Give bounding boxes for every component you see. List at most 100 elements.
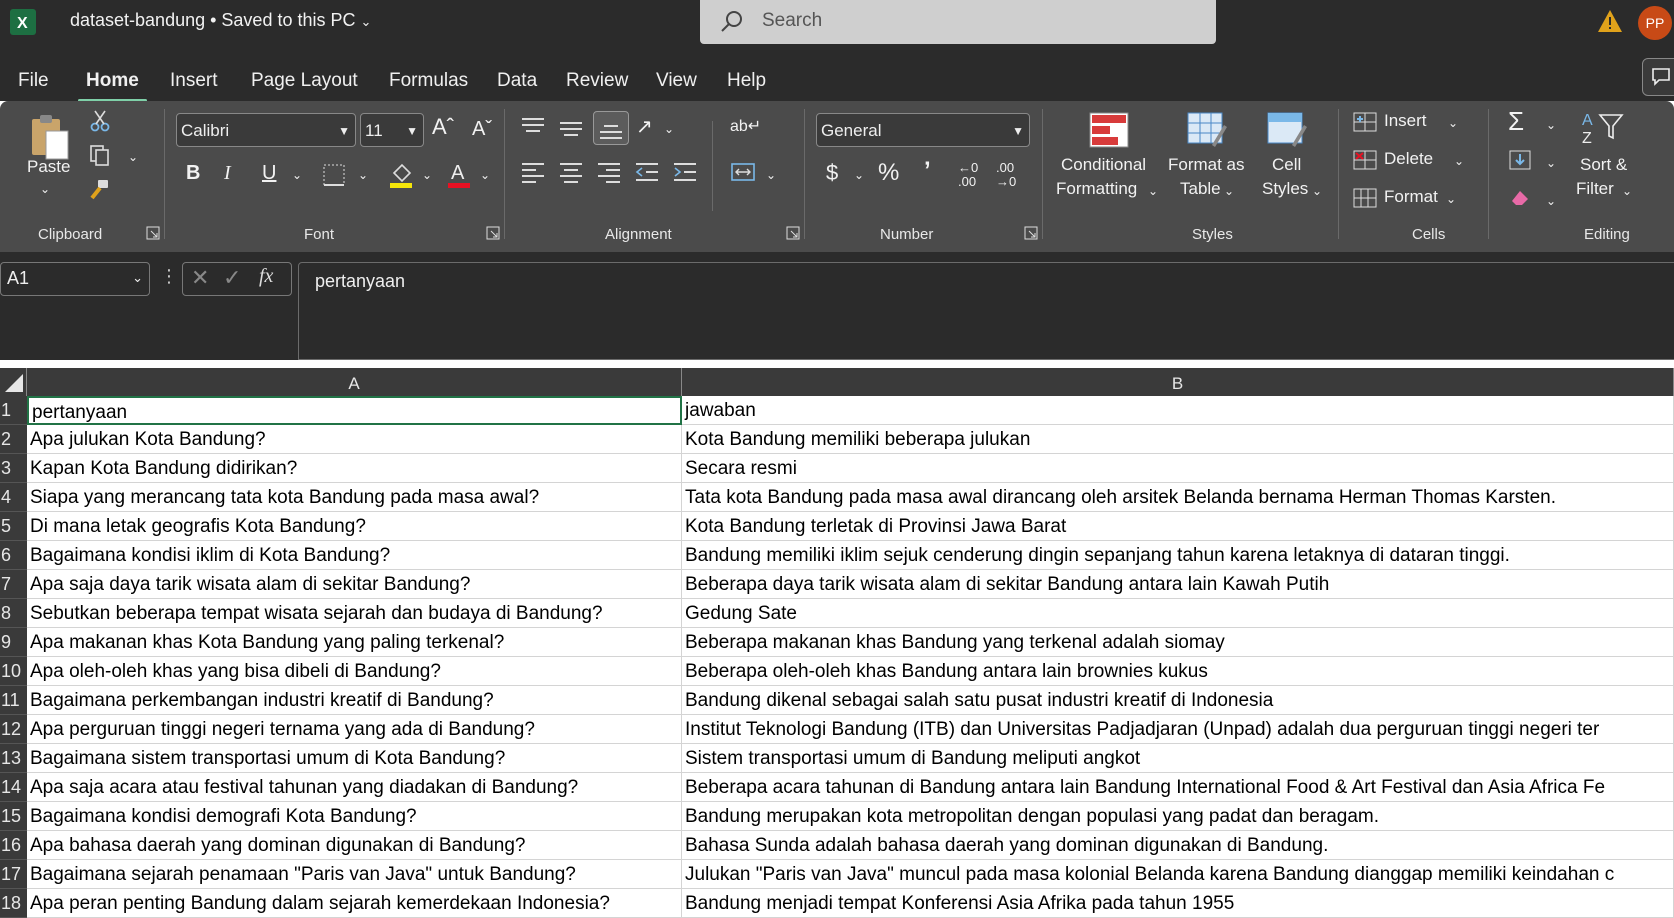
row-header[interactable]: 7: [0, 570, 27, 599]
alignment-launcher-icon[interactable]: [786, 226, 800, 240]
conditional-formatting-label-2[interactable]: Formatting: [1056, 177, 1137, 201]
percent-icon[interactable]: %: [878, 161, 899, 185]
underline-dropdown-icon[interactable]: ⌄: [292, 163, 302, 187]
format-as-table-dropdown-icon[interactable]: ⌄: [1224, 179, 1234, 203]
row-header[interactable]: 4: [0, 483, 27, 512]
avatar[interactable]: PP: [1638, 6, 1672, 40]
table-cell[interactable]: Siapa yang merancang tata kota Bandung p…: [27, 483, 682, 512]
table-cell[interactable]: Apa julukan Kota Bandung?: [27, 425, 682, 454]
table-cell[interactable]: jawaban: [682, 396, 1674, 425]
row-header[interactable]: 16: [0, 831, 27, 860]
cut-icon[interactable]: [88, 109, 112, 133]
orientation-dropdown-icon[interactable]: ⌄: [664, 117, 674, 141]
table-cell[interactable]: Julukan "Paris van Java" muncul pada mas…: [682, 860, 1674, 889]
row-header[interactable]: 6: [0, 541, 27, 570]
sort-filter-label-2[interactable]: Filter: [1576, 177, 1614, 201]
row-header[interactable]: 5: [0, 512, 27, 541]
increase-decimal-icon[interactable]: ←0.00: [958, 161, 978, 189]
insert-cells-button[interactable]: Insert: [1384, 109, 1427, 133]
conditional-formatting-dropdown-icon[interactable]: ⌄: [1148, 179, 1158, 203]
table-cell[interactable]: Apa oleh-oleh khas yang bisa dibeli di B…: [27, 657, 682, 686]
bold-icon[interactable]: B: [186, 161, 200, 185]
table-cell[interactable]: Beberapa makanan khas Bandung yang terke…: [682, 628, 1674, 657]
format-cells-dropdown-icon[interactable]: ⌄: [1446, 187, 1456, 211]
conditional-formatting-label-1[interactable]: Conditional: [1061, 153, 1146, 177]
row-header[interactable]: 11: [0, 686, 27, 715]
table-cell[interactable]: Bahasa Sunda adalah bahasa daerah yang d…: [682, 831, 1674, 860]
conditional-formatting-icon[interactable]: [1088, 111, 1130, 149]
table-cell[interactable]: Beberapa daya tarik wisata alam di sekit…: [682, 570, 1674, 599]
table-cell[interactable]: Beberapa oleh-oleh khas Bandung antara l…: [682, 657, 1674, 686]
more-options-icon[interactable]: ⋮: [160, 266, 178, 287]
table-cell[interactable]: Bagaimana sejarah penamaan "Paris van Ja…: [27, 860, 682, 889]
fill-color-icon[interactable]: [388, 161, 414, 189]
row-header[interactable]: 10: [0, 657, 27, 686]
table-cell[interactable]: Apa saja acara atau festival tahunan yan…: [27, 773, 682, 802]
format-as-table-label-1[interactable]: Format as: [1168, 153, 1245, 177]
currency-dropdown-icon[interactable]: ⌄: [854, 163, 864, 187]
row-header[interactable]: 15: [0, 802, 27, 831]
row-header[interactable]: 14: [0, 773, 27, 802]
font-family-select[interactable]: Calibri ▼: [176, 113, 356, 147]
font-color-dropdown-icon[interactable]: ⌄: [480, 163, 490, 187]
clear-dropdown-icon[interactable]: ⌄: [1546, 189, 1556, 213]
align-center-icon[interactable]: [558, 161, 584, 183]
sort-filter-dropdown-icon[interactable]: ⌄: [1622, 179, 1632, 203]
excel-icon[interactable]: X: [10, 9, 36, 35]
table-cell[interactable]: Bagaimana kondisi iklim di Kota Bandung?: [27, 541, 682, 570]
comments-button[interactable]: [1642, 58, 1674, 96]
font-color-icon[interactable]: A: [446, 159, 472, 189]
currency-icon[interactable]: $: [826, 161, 838, 185]
delete-cells-button[interactable]: Delete: [1384, 147, 1433, 171]
table-cell[interactable]: Apa makanan khas Kota Bandung yang palin…: [27, 628, 682, 657]
format-as-table-icon[interactable]: [1186, 111, 1228, 149]
warning-icon[interactable]: [1597, 9, 1623, 33]
name-box[interactable]: A1 ⌄: [0, 262, 150, 296]
cancel-icon[interactable]: ✕: [191, 265, 209, 291]
copy-dropdown-icon[interactable]: ⌄: [128, 145, 138, 169]
align-middle-icon[interactable]: [558, 117, 584, 139]
column-header-b[interactable]: B: [682, 368, 1674, 396]
row-header[interactable]: 1: [0, 396, 27, 425]
tab-review[interactable]: Review: [566, 70, 628, 92]
table-cell[interactable]: Bandung memiliki iklim sejuk cenderung d…: [682, 541, 1674, 570]
search-box[interactable]: Search: [700, 0, 1216, 44]
table-cell[interactable]: Di mana letak geografis Kota Bandung?: [27, 512, 682, 541]
underline-icon[interactable]: U: [262, 161, 276, 185]
format-painter-icon[interactable]: [88, 178, 112, 202]
decrease-font-size-icon[interactable]: Aˇ: [472, 117, 492, 141]
table-cell[interactable]: Secara resmi: [682, 454, 1674, 483]
table-cell[interactable]: Sistem transportasi umum di Bandung meli…: [682, 744, 1674, 773]
row-header[interactable]: 13: [0, 744, 27, 773]
row-header[interactable]: 3: [0, 454, 27, 483]
table-cell[interactable]: Kota Bandung memiliki beberapa julukan: [682, 425, 1674, 454]
sort-filter-label-1[interactable]: Sort &: [1580, 153, 1627, 177]
document-title[interactable]: dataset-bandung • Saved to this PC ⌄: [70, 10, 371, 31]
selected-cell[interactable]: pertanyaan: [27, 396, 682, 425]
increase-font-size-icon[interactable]: Aˆ: [432, 115, 454, 139]
table-cell[interactable]: Kapan Kota Bandung didirikan?: [27, 454, 682, 483]
comma-style-icon[interactable]: ’: [924, 159, 931, 183]
clear-icon[interactable]: [1508, 187, 1532, 209]
cell-styles-icon[interactable]: [1266, 111, 1308, 149]
tab-view[interactable]: View: [656, 70, 697, 92]
row-header[interactable]: 2: [0, 425, 27, 454]
italic-icon[interactable]: I: [224, 161, 231, 185]
clipboard-launcher-icon[interactable]: [146, 226, 160, 240]
table-cell[interactable]: Apa bahasa daerah yang dominan digunakan…: [27, 831, 682, 860]
table-cell[interactable]: Sebutkan beberapa tempat wisata sejarah …: [27, 599, 682, 628]
paste-dropdown-icon[interactable]: ⌄: [40, 177, 50, 201]
tab-home[interactable]: Home: [78, 70, 147, 102]
autosum-icon[interactable]: Σ: [1508, 108, 1524, 134]
fill-color-dropdown-icon[interactable]: ⌄: [422, 163, 432, 187]
autosum-dropdown-icon[interactable]: ⌄: [1546, 113, 1556, 137]
insert-cells-dropdown-icon[interactable]: ⌄: [1448, 111, 1458, 135]
tab-file[interactable]: File: [18, 70, 49, 92]
font-size-select[interactable]: 11 ▼: [360, 113, 424, 147]
tab-page-layout[interactable]: Page Layout: [251, 70, 358, 92]
fill-dropdown-icon[interactable]: ⌄: [1546, 151, 1556, 175]
table-cell[interactable]: Institut Teknologi Bandung (ITB) dan Uni…: [682, 715, 1674, 744]
tab-formulas[interactable]: Formulas: [389, 70, 468, 92]
paste-button[interactable]: Paste: [27, 155, 70, 179]
wrap-text-icon[interactable]: ab↵: [730, 115, 761, 139]
